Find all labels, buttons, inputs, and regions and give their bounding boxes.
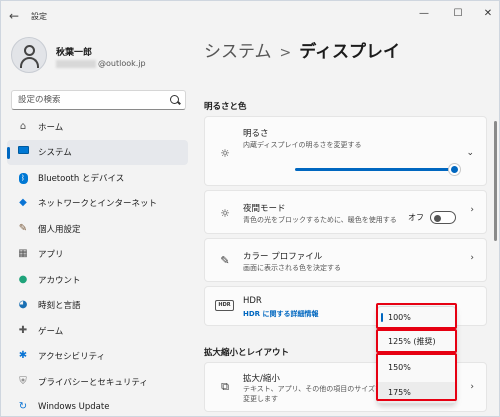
hdr-icon: HDR [215,300,234,311]
sidebar-item-privacy[interactable]: ⛨ プライバシーとセキュリティ [7,369,188,395]
time-language-icon: ◕ [18,299,28,311]
section-title-scale-layout: 拡大縮小とレイアウト [204,348,290,358]
scale-title: 拡大/縮小 [243,374,280,384]
sidebar-item-label: プライバシーとセキュリティ [38,377,148,388]
sidebar-item-personalization[interactable]: ✎ 個人用設定 [7,216,188,242]
sidebar-item-accessibility[interactable]: ✱ アクセシビリティ [7,344,188,370]
brightness-subtitle: 内蔵ディスプレイの明るさを変更する [243,141,362,149]
home-icon: ⌂ [19,120,27,132]
accessibility-icon: ✱ [18,350,28,362]
brightness-title: 明るさ [243,129,269,139]
avatar [11,37,47,73]
sidebar-item-label: アプリ [38,250,64,261]
scale-resize-icon: ⧉ [221,380,229,393]
app-title: 設定 [31,12,47,21]
hdr-learn-more-link[interactable]: HDR に関する詳細情報 [243,309,319,319]
person-icon [24,45,35,56]
sidebar-item-time-language[interactable]: ◕ 時刻と言語 [7,293,188,319]
sidebar-item-label: 個人用設定 [38,224,81,235]
annotation-box [376,329,457,353]
brightness-slider-thumb[interactable] [449,164,460,175]
sidebar-item-label: アクセシビリティ [38,352,106,363]
bluetooth-icon: ᛒ [17,172,29,184]
privacy-shield-icon: ⛨ [19,375,27,387]
brightness-sun-icon: ☼ [220,147,230,160]
night-light-toggle-state: オフ [408,213,424,222]
annotation-box [376,303,457,329]
night-light-toggle[interactable] [430,211,456,224]
redacted-email-prefix [56,59,96,68]
night-light-card[interactable]: ☼ 夜間モード 青色の光をブロックするために、暖色を使用する オフ › [204,190,487,234]
account-icon: ● [18,273,28,285]
windows-update-icon: ↻ [18,401,28,413]
person-icon-body [20,57,39,68]
scale-subtitle-line2: 変更します [243,395,278,403]
title-bar: ← 設定 — ☐ ✕ [1,1,500,31]
color-profile-card[interactable]: ✎ カラー プロファイル 画面に表示される色を決定する › [204,238,487,282]
search-input[interactable] [18,95,168,105]
night-light-title: 夜間モード [243,204,286,214]
sidebar-item-label: アカウント [38,275,81,286]
sidebar-item-home[interactable]: ⌂ ホーム [7,114,188,140]
breadcrumb: システム > ディスプレイ [204,37,400,62]
sidebar-nav: ⌂ ホーム システム ᛒ Bluetooth とデバイス ◆ ネットワークとイン… [7,114,188,417]
sidebar-item-network[interactable]: ◆ ネットワークとインターネット [7,191,188,217]
sidebar-item-label: 時刻と言語 [38,301,81,312]
apps-icon: ▦ [18,248,28,260]
back-arrow-icon[interactable]: ← [9,9,23,23]
personalization-icon: ✎ [18,222,28,234]
scrollbar[interactable] [494,121,497,241]
maximize-button[interactable]: ☐ [449,5,467,23]
color-profile-subtitle: 画面に表示される色を決定する [243,264,341,272]
sidebar-item-windows-update[interactable]: ↻ Windows Update [7,395,188,417]
sidebar-item-gaming[interactable]: ✚ ゲーム [7,318,188,344]
breadcrumb-parent[interactable]: システム [204,42,272,62]
email-suffix: @outlook.jp [98,59,146,68]
night-light-sun-icon: ☼ [220,207,230,220]
brightness-slider-track[interactable] [295,168,455,171]
network-icon: ◆ [19,197,27,209]
sidebar-item-label: ホーム [38,122,64,133]
search-icon [170,95,179,104]
hdr-title: HDR [243,296,262,306]
user-name: 秋葉一郎 [56,48,93,58]
page-title: ディスプレイ [299,42,401,62]
sidebar-item-system[interactable]: システム [7,139,188,165]
breadcrumb-separator: > [279,45,292,61]
scale-subtitle-line1: テキスト、アプリ、その他の項目のサイズを [243,385,383,393]
annotation-box [376,353,457,401]
chevron-right-icon[interactable]: › [470,382,474,392]
pen-icon: ✎ [220,254,230,267]
sidebar-item-label: ネットワークとインターネット [38,199,158,210]
sidebar-item-label: ゲーム [38,326,64,337]
sidebar-item-label: Bluetooth とデバイス [38,173,125,184]
minimize-button[interactable]: — [415,5,433,23]
sidebar-item-label: Windows Update [38,402,110,413]
brightness-card[interactable]: ☼ 明るさ 内蔵ディスプレイの明るさを変更する ⌄ [204,116,487,186]
settings-window: ← 設定 — ☐ ✕ 秋葉一郎 @outlook.jp ⌂ ホーム システム ᛒ… [0,0,500,417]
chevron-right-icon[interactable]: › [470,205,474,215]
section-title-brightness-color: 明るさと色 [204,102,247,112]
close-button[interactable]: ✕ [479,5,497,23]
color-profile-title: カラー プロファイル [243,252,323,262]
sidebar-item-accounts[interactable]: ● アカウント [7,267,188,293]
sidebar-item-apps[interactable]: ▦ アプリ [7,242,188,268]
chevron-down-icon[interactable]: ⌄ [466,148,474,158]
gaming-icon: ✚ [18,324,28,336]
user-email: @outlook.jp [56,59,146,68]
system-icon [17,146,29,158]
sidebar-item-label: システム [38,148,72,159]
night-light-subtitle: 青色の光をブロックするために、暖色を使用する [243,216,397,224]
chevron-right-icon[interactable]: › [470,253,474,263]
sidebar-item-bluetooth[interactable]: ᛒ Bluetooth とデバイス [7,165,188,191]
settings-search-box[interactable] [11,90,186,110]
